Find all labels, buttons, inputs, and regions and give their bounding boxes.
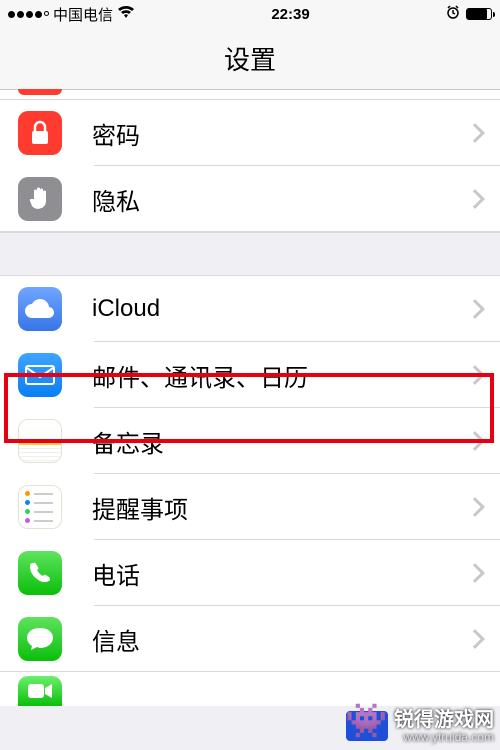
notes-icon <box>18 419 62 463</box>
mail-icon <box>18 353 62 397</box>
watermark: 锐得游戏网 www.ytruida.com <box>346 709 494 744</box>
carrier-label: 中国电信 <box>53 4 113 25</box>
hand-icon <box>18 177 62 221</box>
row-label: 隐私 <box>92 182 468 217</box>
row-label: 密码 <box>92 116 468 151</box>
status-left: 中国电信 <box>8 4 135 25</box>
chevron-right-icon <box>465 365 485 385</box>
partial-row-below <box>0 672 500 706</box>
row-password[interactable]: 密码 <box>0 100 500 166</box>
nav-bar: 设置 <box>0 28 500 90</box>
status-bar: 中国电信 22:39 <box>0 0 500 28</box>
chevron-right-icon <box>465 563 485 583</box>
cloud-icon <box>18 287 62 331</box>
row-reminders[interactable]: 提醒事项 <box>0 474 500 540</box>
lock-icon <box>18 111 62 155</box>
clock: 22:39 <box>271 6 309 23</box>
status-right <box>446 5 492 23</box>
row-label: iCloud <box>92 295 468 323</box>
page-title: 设置 <box>224 40 276 77</box>
settings-list-2: iCloud 邮件、通讯录、日历 备忘录 提醒事项 <box>0 276 500 672</box>
settings-list-1: 密码 隐私 <box>0 100 500 232</box>
row-privacy[interactable]: 隐私 <box>0 166 500 232</box>
facetime-icon <box>18 676 62 706</box>
row-label: 电话 <box>92 556 468 591</box>
chevron-right-icon <box>465 497 485 517</box>
row-mail-contacts-calendar[interactable]: 邮件、通讯录、日历 <box>0 342 500 408</box>
partial-row-above <box>0 90 500 100</box>
row-label: 邮件、通讯录、日历 <box>92 358 468 393</box>
reminders-icon <box>18 485 62 529</box>
chevron-right-icon <box>465 299 485 319</box>
row-notes[interactable]: 备忘录 <box>0 408 500 474</box>
watermark-url: www.ytruida.com <box>394 731 494 744</box>
row-label: 提醒事项 <box>92 490 468 525</box>
wifi-icon <box>117 5 135 23</box>
chevron-right-icon <box>465 629 485 649</box>
chevron-right-icon <box>465 431 485 451</box>
row-messages[interactable]: 信息 <box>0 606 500 672</box>
row-label: 信息 <box>92 622 468 657</box>
row-phone[interactable]: 电话 <box>0 540 500 606</box>
phone-icon <box>18 551 62 595</box>
signal-dots-icon <box>8 11 49 18</box>
watermark-logo-icon <box>346 711 388 741</box>
battery-icon <box>466 8 492 20</box>
chevron-right-icon <box>465 189 485 209</box>
section-spacer <box>0 232 500 276</box>
messages-icon <box>18 617 62 661</box>
row-icloud[interactable]: iCloud <box>0 276 500 342</box>
chevron-right-icon <box>465 123 485 143</box>
row-label: 备忘录 <box>92 424 468 459</box>
alarm-icon <box>446 5 460 23</box>
watermark-title: 锐得游戏网 <box>394 709 494 731</box>
